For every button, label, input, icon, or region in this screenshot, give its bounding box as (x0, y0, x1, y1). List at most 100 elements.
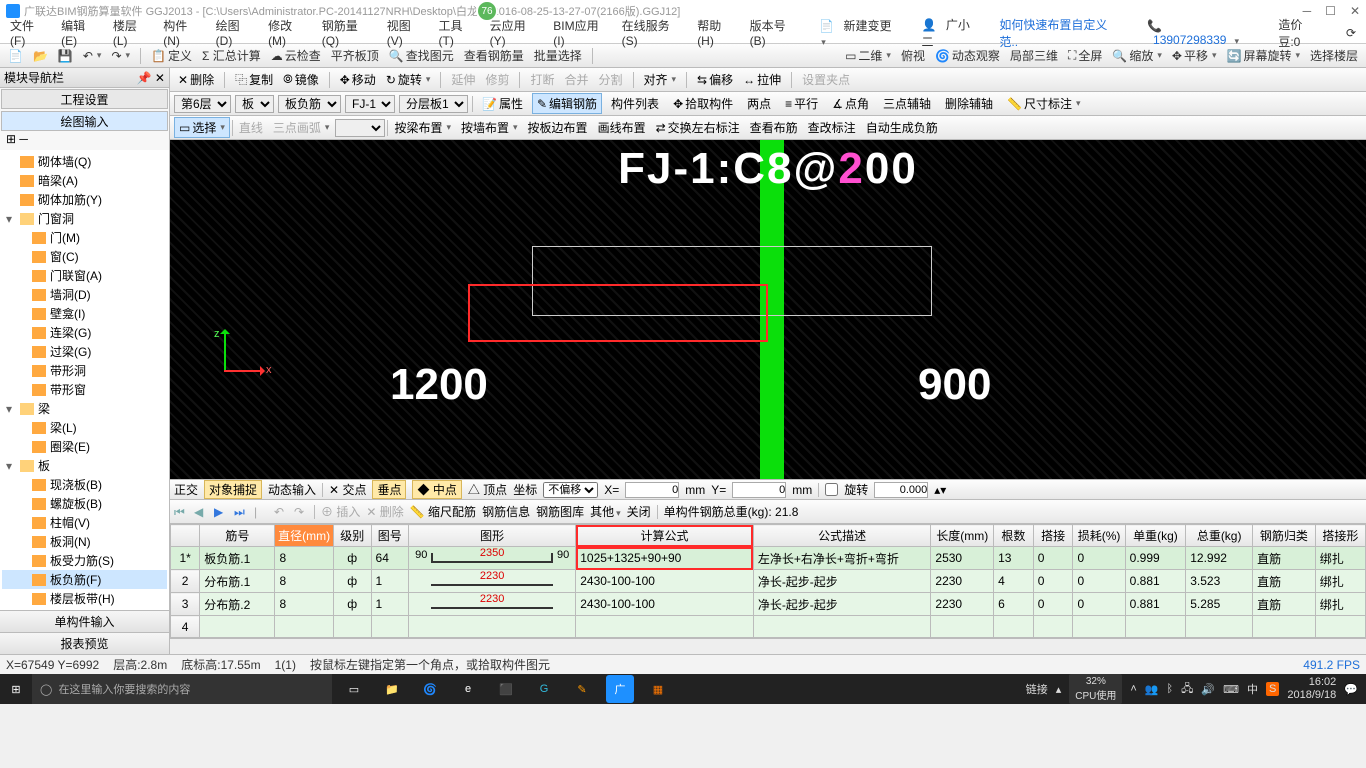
app6-icon[interactable]: 广 (606, 675, 634, 703)
tree-item[interactable]: 梁(L) (2, 418, 167, 437)
grid-insert-button[interactable]: ⊕ 插入 (321, 503, 360, 520)
del-aux-button[interactable]: 删除辅轴 (940, 93, 998, 114)
start-button[interactable]: ⊞ (0, 674, 32, 704)
menu-tools[interactable]: 工具(T) (433, 17, 484, 48)
orbit-button[interactable]: 🌀 动态观察 (931, 46, 1004, 65)
snap-coord[interactable]: 坐标 (513, 481, 537, 498)
tree-item[interactable]: ▾板 (2, 456, 167, 475)
menu-version[interactable]: 版本号(B) (744, 17, 808, 48)
tree-item[interactable]: 板受力筋(S) (2, 551, 167, 570)
menu-help[interactable]: 帮助(H) (691, 17, 743, 48)
component-list-button[interactable]: 构件列表 (606, 93, 664, 114)
zoom-button[interactable]: 🔍 缩放 (1108, 46, 1166, 65)
new-change-button[interactable]: 📄 新建变更 (813, 17, 909, 48)
select-floor-button[interactable]: 选择楼层 (1306, 46, 1362, 65)
close-grid-button[interactable]: 关闭 (627, 503, 651, 520)
snap-apex[interactable]: △ 顶点 (468, 481, 507, 498)
tray-ime[interactable]: 中 (1247, 681, 1258, 697)
tab-project-settings[interactable]: 工程设置 (1, 89, 168, 109)
pan-button[interactable]: ✥ 平移 (1168, 46, 1221, 65)
pin-icon[interactable]: 📌 ✕ (137, 71, 165, 85)
ortho-toggle[interactable]: 正交 (174, 481, 198, 498)
pick-component-button[interactable]: ✥ 拾取构件 (668, 93, 738, 114)
sum-button[interactable]: Σ 汇总计算 (198, 46, 265, 65)
open-icon[interactable]: 📂 (29, 48, 52, 64)
nav-next-icon[interactable]: ▶ (214, 505, 228, 519)
osnap-toggle[interactable]: 对象捕捉 (204, 480, 262, 499)
offset-button[interactable]: ⇆ 偏移 (693, 70, 737, 89)
tree-item[interactable]: 壁龛(I) (2, 304, 167, 323)
view-2d-button[interactable]: ▭ 二维 (841, 46, 895, 65)
menu-floor[interactable]: 楼层(L) (107, 17, 157, 48)
tree-item[interactable]: 现浇板(B) (2, 475, 167, 494)
snap-perp[interactable]: 垂点 (372, 480, 406, 499)
nav-last-icon[interactable]: ⏭ (234, 505, 248, 519)
delete-button[interactable]: ✕ 删除 (174, 70, 218, 89)
tree-item[interactable]: 楼层板带(H) (2, 589, 167, 608)
rebar-lib-button[interactable]: 钢筋图库 (536, 503, 584, 520)
mini-icons[interactable]: ⊞ ─ (0, 132, 169, 150)
dimension-button[interactable]: 📏 尺寸标注 (1002, 93, 1086, 114)
drawing-canvas[interactable]: FJ-1:C8@200 1200 900 x z (170, 140, 1366, 479)
user-label[interactable]: 👤 广小二 (916, 16, 994, 50)
screen-rotate-button[interactable]: 🔄 屏幕旋转 (1222, 46, 1304, 65)
undo-icon[interactable]: ↶ (79, 48, 106, 64)
tree-item[interactable]: 螺旋板(B) (2, 494, 167, 513)
tree-item[interactable]: 连梁(G) (2, 323, 167, 342)
auto-gen-button[interactable]: 自动生成负筋 (862, 118, 942, 137)
menu-online[interactable]: 在线服务(S) (616, 17, 692, 48)
define-button[interactable]: 📋 定义 (147, 46, 196, 65)
tab-draw-input[interactable]: 绘图输入 (1, 111, 168, 131)
new-icon[interactable]: 📄 (4, 48, 27, 64)
top-view-button[interactable]: 俯视 (897, 46, 929, 65)
tree-item[interactable]: 过梁(G) (2, 342, 167, 361)
edge-icon[interactable]: e (454, 675, 482, 703)
menu-draw[interactable]: 绘图(D) (210, 17, 262, 48)
view-rebar-button[interactable]: 查看布筋 (746, 118, 802, 137)
component-tree[interactable]: 砌体墙(Q)暗梁(A)砌体加筋(Y)▾门窗洞门(M)窗(C)门联窗(A)墙洞(D… (0, 150, 169, 610)
x-input[interactable] (625, 482, 679, 498)
grid-delete-button[interactable]: ✕ 删除 (366, 503, 403, 520)
menu-file[interactable]: 文件(F) (4, 17, 55, 48)
offset-select[interactable]: 不偏移 (543, 482, 598, 498)
tree-item[interactable]: 带形窗 (2, 380, 167, 399)
two-point-button[interactable]: 两点 (742, 93, 776, 114)
other-button[interactable]: 其他 (590, 503, 621, 520)
find-element-button[interactable]: 🔍 查找图元 (385, 46, 458, 65)
notification-badge[interactable]: 76 (476, 0, 498, 22)
annotation-button[interactable]: 查改标注 (804, 118, 860, 137)
tree-item[interactable]: 带形洞 (2, 361, 167, 380)
arc-select[interactable] (335, 119, 385, 137)
redo-icon[interactable]: ↷ (107, 48, 134, 64)
menu-modify[interactable]: 修改(M) (262, 17, 316, 48)
nav-redo-icon[interactable]: ↷ (294, 505, 308, 519)
y-input[interactable] (732, 482, 786, 498)
app4-icon[interactable]: G (530, 675, 558, 703)
fullscreen-button[interactable]: ⛶ 全屏 (1064, 46, 1106, 65)
tray-sogou-icon[interactable]: S (1266, 682, 1279, 696)
menu-bim[interactable]: BIM应用(I) (547, 17, 615, 48)
tray-people-icon[interactable]: 👥 (1145, 683, 1159, 696)
rebar-grid[interactable]: 筋号直径(mm)级别图号图形计算公式公式描述长度(mm)根数搭接损耗(%)单重(… (170, 523, 1366, 638)
by-wall-button[interactable]: 按墙布置 (457, 118, 522, 137)
select-tool[interactable]: ▭ 选择 (174, 117, 230, 138)
tray-bt-icon[interactable]: ᛒ (1167, 683, 1174, 695)
tree-item[interactable]: 砌体加筋(Y) (2, 190, 167, 209)
snap-intersection[interactable]: ✕ 交点 (329, 481, 366, 498)
scale-rebar-button[interactable]: 📏 缩尺配筋 (410, 503, 476, 520)
nav-prev-icon[interactable]: ◀ (194, 505, 208, 519)
rotate-button[interactable]: ↻ 旋转 (382, 70, 435, 89)
tree-item[interactable]: 墙洞(D) (2, 285, 167, 304)
flat-top-button[interactable]: 平齐板顶 (327, 46, 383, 65)
rotate-stepper[interactable]: ▴▾ (934, 483, 946, 497)
view-rebar-qty-button[interactable]: 查看钢筋量 (460, 46, 528, 65)
tree-item[interactable]: 板洞(N) (2, 532, 167, 551)
app2-icon[interactable]: 🌀 (416, 675, 444, 703)
by-edge-button[interactable]: 按板边布置 (524, 118, 592, 137)
rotate-check[interactable] (825, 483, 838, 496)
taskbar-clock[interactable]: 16:022018/9/18 (1287, 676, 1336, 702)
app7-icon[interactable]: ▦ (644, 675, 672, 703)
app3-icon[interactable]: ⬛ (492, 675, 520, 703)
tree-item[interactable]: 窗(C) (2, 247, 167, 266)
batch-select-button[interactable]: 批量选择 (530, 46, 586, 65)
